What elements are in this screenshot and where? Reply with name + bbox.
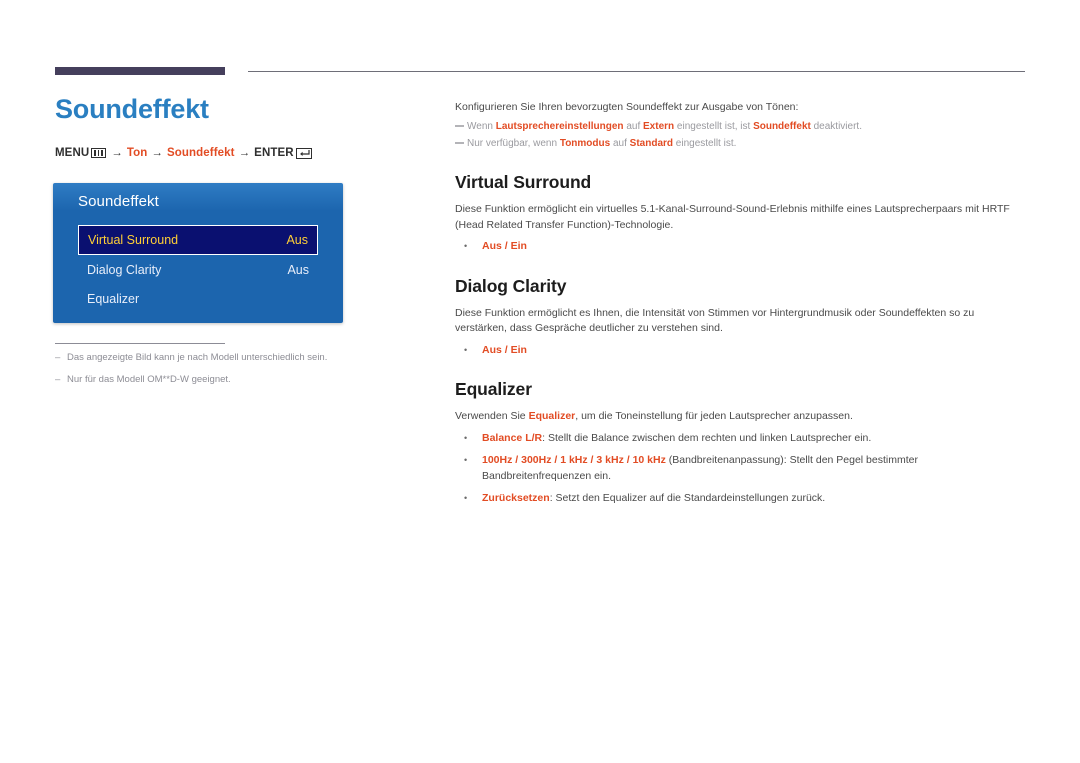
note-part: eingestellt ist, ist	[674, 121, 754, 132]
bullet-bold: Aus / Ein	[482, 240, 527, 252]
header-rule	[55, 67, 1025, 77]
bullet-item: Balance L/R: Stellt die Balance zwischen…	[455, 431, 1027, 447]
header-rule-block	[55, 67, 225, 75]
section-body-dialog-clarity: Diese Funktion ermöglicht es Ihnen, die …	[455, 306, 975, 335]
note-text: Das angezeigte Bild kann je nach Modell …	[67, 352, 328, 363]
availability-note-text: Wenn Lautsprechereinstellungen auf Exter…	[467, 119, 862, 134]
breadcrumb-step-ton[interactable]: Ton	[127, 147, 148, 159]
bullet-bold: 100Hz / 300Hz / 1 kHz / 3 kHz / 10 kHz	[482, 454, 666, 466]
osd-row-value: Aus	[287, 262, 309, 277]
body-bold: Equalizer	[528, 410, 576, 422]
note-part: auf	[623, 121, 644, 132]
availability-note: Wenn Lautsprechereinstellungen auf Exter…	[455, 119, 1027, 134]
left-notes: – Das angezeigte Bild kann je nach Model…	[55, 351, 395, 395]
note-dash: –	[55, 374, 61, 385]
note-part: eingestellt ist.	[673, 138, 737, 149]
breadcrumb-step-soundeffekt[interactable]: Soundeffekt	[167, 147, 235, 159]
note-dash-icon	[455, 142, 464, 144]
bullet-list-equalizer: Balance L/R: Stellt die Balance zwischen…	[455, 431, 1027, 507]
note-bold: Tonmodus	[559, 138, 611, 149]
note-part: Nur verfügbar, wenn	[467, 138, 560, 149]
note-bold: Standard	[629, 138, 674, 149]
section-body-virtual-surround: Diese Funktion ermöglicht ein virtuelles…	[455, 203, 1010, 231]
body-pre: Verwenden Sie	[455, 410, 529, 422]
osd-menu-list: Virtual Surround Aus Dialog Clarity Aus …	[78, 225, 318, 313]
bullet-bold: Balance L/R	[482, 431, 543, 444]
bullet-rest: : Setzt den Equalizer auf die Standardei…	[549, 492, 826, 504]
bullet-item: Zurücksetzen: Setzt den Equalizer auf di…	[455, 491, 1027, 507]
bullet-list-virtual-surround: Aus / Ein	[455, 239, 1027, 255]
osd-panel-title: Soundeffekt	[78, 193, 159, 210]
page-title: Soundeffekt	[55, 94, 209, 124]
osd-menu-panel[interactable]: Soundeffekt Virtual Surround Aus Dialog …	[53, 183, 343, 323]
breadcrumb-arrow-1: →	[111, 147, 123, 159]
note-part: deaktiviert.	[810, 121, 862, 132]
note-bold: Lautsprechereinstellungen	[495, 121, 624, 132]
osd-row-dialog-clarity[interactable]: Dialog Clarity Aus	[78, 255, 318, 284]
osd-row-label: Equalizer	[87, 291, 140, 306]
breadcrumb: MENU → Ton → Soundeffekt → ENTER	[55, 147, 415, 159]
body-post: , um die Toneinstellung für jeden Lautsp…	[575, 410, 853, 422]
bullet-bold: Aus / Ein	[482, 343, 527, 356]
bullet-item: 100Hz / 300Hz / 1 kHz / 3 kHz / 10 kHz (…	[455, 453, 1027, 484]
bullet-item: Aus / Ein	[455, 343, 1027, 359]
note-dash-icon	[455, 125, 464, 127]
bullet-list-dialog-clarity: Aus / Ein	[455, 343, 1027, 359]
bullet-rest: : Stellt die Balance zwischen dem rechte…	[542, 431, 872, 444]
header-rule-line	[248, 71, 1025, 72]
menu-bars-icon	[91, 148, 107, 158]
breadcrumb-arrow-2: →	[151, 147, 164, 159]
enter-return-icon	[295, 147, 312, 159]
breadcrumb-enter-label: ENTER	[254, 147, 294, 159]
osd-row-virtual-surround[interactable]: Virtual Surround Aus	[78, 225, 318, 255]
note-bold: Soundeffekt	[753, 121, 811, 132]
section-body-equalizer: Verwenden Sie Equalizer, um die Toneinst…	[455, 409, 1027, 425]
osd-row-value: Aus	[286, 233, 308, 247]
osd-row-label: Dialog Clarity	[87, 262, 162, 277]
section-heading-dialog-clarity: Dialog Clarity	[455, 275, 567, 296]
note-part: auf	[610, 138, 630, 149]
left-note-item: – Das angezeigte Bild kann je nach Model…	[55, 351, 395, 364]
right-column: Konfigurieren Sie Ihren bevorzugten Soun…	[455, 100, 1027, 514]
note-dash: –	[55, 352, 61, 363]
section-heading-virtual-surround: Virtual Surround	[455, 172, 592, 192]
bullet-bold: Zurücksetzen	[482, 492, 550, 504]
breadcrumb-arrow-3: →	[238, 147, 251, 159]
breadcrumb-menu-label: MENU	[55, 147, 90, 159]
section-heading-equalizer: Equalizer	[455, 379, 532, 399]
osd-row-label: Virtual Surround	[88, 233, 179, 247]
intro-text: Konfigurieren Sie Ihren bevorzugten Soun…	[455, 101, 799, 113]
osd-row-equalizer[interactable]: Equalizer	[78, 284, 318, 313]
note-bold: Extern	[643, 121, 675, 132]
bullet-item: Aus / Ein	[455, 239, 1027, 255]
availability-note-text: Nur verfügbar, wenn Tonmodus auf Standar…	[467, 136, 736, 151]
note-part: Wenn	[467, 121, 496, 132]
left-column: Soundeffekt MENU → Ton → Soundeffekt → E…	[55, 92, 415, 159]
notes-divider	[55, 343, 225, 344]
note-text: Nur für das Modell OM**D-W geeignet.	[67, 374, 231, 385]
left-note-item: – Nur für das Modell OM**D-W geeignet.	[55, 373, 395, 386]
availability-note: Nur verfügbar, wenn Tonmodus auf Standar…	[455, 136, 1027, 151]
